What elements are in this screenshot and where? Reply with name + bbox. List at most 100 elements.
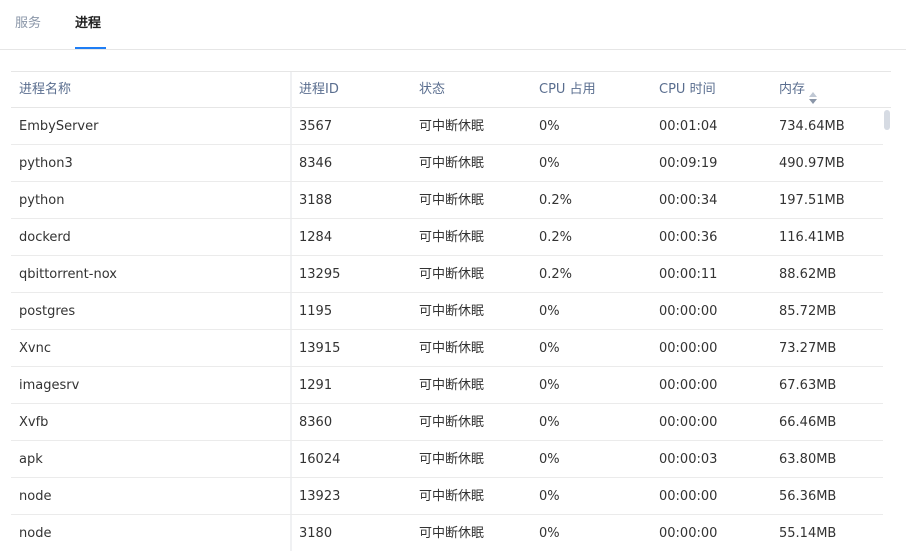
tab-services[interactable]: 服务 — [15, 15, 41, 33]
cell-cpu-time: 00:00:03 — [659, 452, 718, 467]
cell-pid: 1291 — [299, 378, 333, 393]
cell-process-name: postgres — [19, 304, 76, 319]
cell-pid: 3188 — [299, 193, 333, 208]
cell-pid: 13923 — [299, 489, 341, 504]
cell-process-name: qbittorrent-nox — [19, 267, 117, 282]
table-row[interactable]: EmbyServer 3567 可中断休眠 0% 00:01:04 734.64MB — [11, 108, 883, 145]
cell-cpu-time: 00:00:00 — [659, 415, 718, 430]
cell-cpu-usage: 0% — [539, 156, 560, 171]
cell-cpu-usage: 0% — [539, 378, 560, 393]
cell-status: 可中断休眠 — [419, 267, 485, 282]
cell-cpu-time: 00:00:00 — [659, 489, 718, 504]
cell-cpu-usage: 0% — [539, 415, 560, 430]
table-row[interactable]: Xvfb 8360 可中断休眠 0% 00:00:00 66.46MB — [11, 404, 883, 441]
table-row[interactable]: node 13923 可中断休眠 0% 00:00:00 56.36MB — [11, 478, 883, 515]
cell-memory: 734.64MB — [779, 119, 845, 134]
cell-memory: 490.97MB — [779, 156, 845, 171]
cell-memory: 56.36MB — [779, 489, 837, 504]
table-row[interactable]: python3 8346 可中断休眠 0% 00:09:19 490.97MB — [11, 145, 883, 182]
cell-memory: 66.46MB — [779, 415, 837, 430]
table-row[interactable]: qbittorrent-nox 13295 可中断休眠 0.2% 00:00:11 88.… — [11, 256, 883, 293]
table-row[interactable]: node 3180 可中断休眠 0% 00:00:00 55.14MB — [11, 515, 883, 551]
cell-pid: 13295 — [299, 267, 341, 282]
cell-process-name: node — [19, 489, 52, 504]
cell-process-name: dockerd — [19, 230, 71, 245]
table-header: 进程名称 进程ID 状态 CPU 占用 CPU 时间 内存 — [11, 72, 891, 108]
table-row[interactable]: apk 16024 可中断休眠 0% 00:00:03 63.80MB — [11, 441, 883, 478]
cell-pid: 3567 — [299, 119, 333, 134]
cell-cpu-time: 00:00:11 — [659, 267, 718, 282]
tab-processes[interactable]: 进程 — [75, 15, 101, 33]
cell-process-name: python3 — [19, 156, 73, 171]
column-header-memory[interactable]: 内存 — [779, 72, 818, 108]
cell-pid: 16024 — [299, 452, 341, 467]
cell-cpu-usage: 0% — [539, 452, 560, 467]
cell-cpu-time: 00:01:04 — [659, 119, 718, 134]
cell-memory: 88.62MB — [779, 267, 837, 282]
cell-status: 可中断休眠 — [419, 452, 485, 467]
cell-memory: 67.63MB — [779, 378, 837, 393]
cell-memory: 73.27MB — [779, 341, 837, 356]
cell-memory: 85.72MB — [779, 304, 837, 319]
cell-memory: 197.51MB — [779, 193, 845, 208]
cell-status: 可中断休眠 — [419, 489, 485, 504]
cell-status: 可中断休眠 — [419, 526, 485, 541]
cell-cpu-time: 00:00:00 — [659, 304, 718, 319]
cell-memory: 55.14MB — [779, 526, 837, 541]
cell-cpu-usage: 0.2% — [539, 230, 573, 245]
cell-status: 可中断休眠 — [419, 156, 485, 171]
column-header-cpu[interactable]: CPU 占用 — [539, 72, 596, 108]
cell-process-name: EmbyServer — [19, 119, 99, 134]
cell-process-name: Xvfb — [19, 415, 49, 430]
cell-cpu-usage: 0% — [539, 526, 560, 541]
column-header-status[interactable]: 状态 — [419, 72, 445, 108]
cell-process-name: python — [19, 193, 65, 208]
cell-pid: 8346 — [299, 156, 333, 171]
cell-memory: 116.41MB — [779, 230, 845, 245]
cell-pid: 1195 — [299, 304, 333, 319]
cell-cpu-usage: 0% — [539, 119, 560, 134]
cell-pid: 1284 — [299, 230, 333, 245]
cell-status: 可中断休眠 — [419, 341, 485, 356]
cell-process-name: Xvnc — [19, 341, 51, 356]
cell-pid: 13915 — [299, 341, 341, 356]
sort-icon[interactable] — [809, 83, 818, 104]
cell-status: 可中断休眠 — [419, 415, 485, 430]
column-header-cpu-time[interactable]: CPU 时间 — [659, 72, 716, 108]
table-row[interactable]: python 3188 可中断休眠 0.2% 00:00:34 197.51MB — [11, 182, 883, 219]
cell-process-name: imagesrv — [19, 378, 80, 393]
cell-status: 可中断休眠 — [419, 193, 485, 208]
cell-status: 可中断休眠 — [419, 378, 485, 393]
vertical-scrollbar[interactable] — [884, 110, 890, 130]
cell-cpu-time: 00:00:36 — [659, 230, 718, 245]
cell-status: 可中断休眠 — [419, 119, 485, 134]
cell-cpu-usage: 0% — [539, 489, 560, 504]
cell-pid: 3180 — [299, 526, 333, 541]
process-table: 进程名称 进程ID 状态 CPU 占用 CPU 时间 内存 EmbyServer… — [11, 71, 891, 551]
active-tab-indicator — [75, 47, 106, 49]
cell-cpu-usage: 0.2% — [539, 193, 573, 208]
table-row[interactable]: postgres 1195 可中断休眠 0% 00:00:00 85.72MB — [11, 293, 883, 330]
cell-cpu-usage: 0% — [539, 304, 560, 319]
table-body: EmbyServer 3567 可中断休眠 0% 00:01:04 734.64MB pyt… — [11, 108, 883, 551]
cell-cpu-usage: 0.2% — [539, 267, 573, 282]
cell-cpu-time: 00:09:19 — [659, 156, 718, 171]
cell-cpu-time: 00:00:34 — [659, 193, 718, 208]
cell-cpu-usage: 0% — [539, 341, 560, 356]
column-header-pid[interactable]: 进程ID — [299, 72, 339, 108]
cell-pid: 8360 — [299, 415, 333, 430]
tab-bar: 服务 进程 — [0, 0, 906, 50]
cell-process-name: node — [19, 526, 52, 541]
cell-cpu-time: 00:00:00 — [659, 341, 718, 356]
table-row[interactable]: imagesrv 1291 可中断休眠 0% 00:00:00 67.63MB — [11, 367, 883, 404]
table-row[interactable]: dockerd 1284 可中断休眠 0.2% 00:00:36 116.41MB — [11, 219, 883, 256]
table-row[interactable]: Xvnc 13915 可中断休眠 0% 00:00:00 73.27MB — [11, 330, 883, 367]
cell-memory: 63.80MB — [779, 452, 837, 467]
cell-status: 可中断休眠 — [419, 304, 485, 319]
cell-cpu-time: 00:00:00 — [659, 526, 718, 541]
cell-status: 可中断休眠 — [419, 230, 485, 245]
cell-cpu-time: 00:00:00 — [659, 378, 718, 393]
column-header-name[interactable]: 进程名称 — [19, 72, 71, 108]
cell-process-name: apk — [19, 452, 43, 467]
column-header-memory-label: 内存 — [779, 82, 806, 97]
